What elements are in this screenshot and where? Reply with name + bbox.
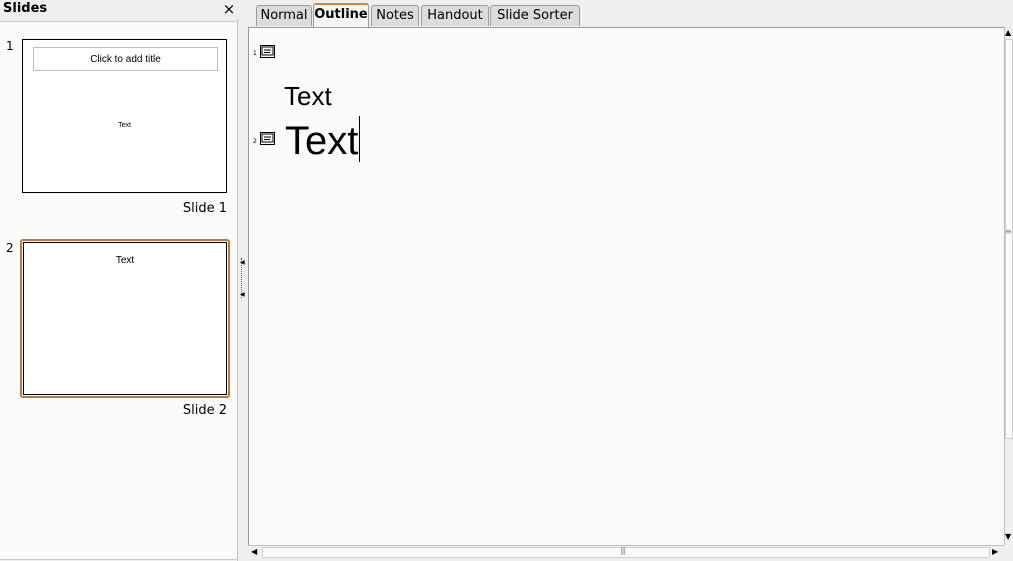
slide-number: 2	[6, 241, 14, 255]
outline-title-text: Text	[285, 119, 359, 163]
tab-handout[interactable]: Handout	[421, 5, 489, 26]
scroll-left-icon[interactable]: ◀	[251, 547, 257, 557]
expand-left-icon[interactable]: ◀	[240, 292, 245, 298]
scroll-right-icon[interactable]: ▶	[992, 547, 998, 557]
slides-pane-header: Slides ×	[0, 0, 238, 19]
outline-slide-number: 2	[253, 138, 257, 145]
tab-outline[interactable]: Outline	[313, 3, 369, 27]
slide-number: 1	[6, 39, 14, 53]
thumbnail-title-text: Click to add title	[90, 53, 161, 65]
close-icon[interactable]: ×	[222, 0, 236, 18]
slides-list[interactable]: 1 Click to add title Text Slide 1 2 Text…	[0, 21, 237, 560]
slide-thumbnail-1[interactable]: Click to add title Text	[22, 39, 227, 193]
view-tabs: Normal Outline Notes Handout Slide Sorte…	[248, 0, 1013, 27]
outline-body-text[interactable]: Text	[284, 81, 332, 112]
slide-icon	[260, 132, 275, 145]
tab-normal[interactable]: Normal	[256, 5, 312, 26]
outline-slide-number: 1	[253, 50, 257, 57]
slides-pane: Slides × 1 Click to add title Text Slide…	[0, 0, 238, 561]
slide-icon	[260, 45, 275, 58]
slide-label-1: Slide 1	[182, 201, 227, 216]
tab-slide-sorter[interactable]: Slide Sorter	[490, 5, 580, 26]
horizontal-scrollbar[interactable]: ◀ ||| ▶	[248, 545, 1004, 559]
pane-splitter[interactable]: ◀ ◀	[238, 0, 247, 561]
vertical-scroll-thumb[interactable]	[1005, 39, 1013, 439]
vertical-scrollbar[interactable]: ▲ ≡ ▼	[1004, 27, 1013, 545]
scroll-down-icon[interactable]: ▼	[1005, 532, 1011, 542]
tab-notes[interactable]: Notes	[371, 5, 419, 26]
slide-label-2: Slide 2	[182, 403, 227, 418]
thumbnail-title-text: Text	[115, 255, 135, 266]
text-cursor	[359, 116, 361, 162]
thumbnail-body-text: Text	[118, 122, 131, 129]
outline-view[interactable]: 1 Text 2 Text	[248, 27, 1004, 545]
outline-slide-title-editing[interactable]: Text	[285, 116, 361, 164]
scroll-grip-icon: |||	[620, 546, 626, 555]
horizontal-scroll-thumb[interactable]	[262, 547, 990, 558]
slides-pane-title: Slides	[3, 1, 48, 16]
scroll-up-icon[interactable]: ▲	[1005, 28, 1011, 38]
thumbnail-title-placeholder: Click to add title	[33, 47, 218, 71]
slide-thumbnail-2[interactable]: Text	[20, 239, 230, 398]
scroll-grip-icon: ≡	[1005, 227, 1012, 236]
